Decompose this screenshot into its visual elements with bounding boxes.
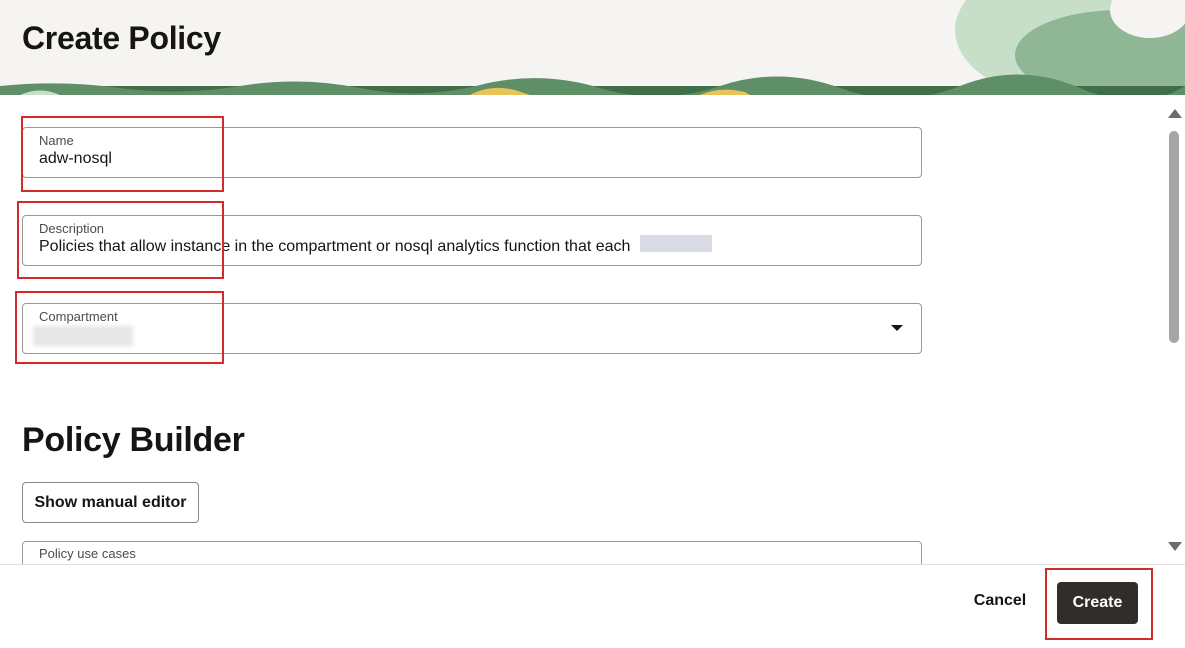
scrollbar-thumb[interactable] bbox=[1169, 131, 1179, 343]
description-input[interactable]: Policies that allow instance in the comp… bbox=[39, 238, 630, 256]
create-button[interactable]: Create bbox=[1057, 582, 1138, 624]
name-label: Name bbox=[39, 133, 74, 148]
redacted-compartment bbox=[33, 326, 133, 346]
description-label: Description bbox=[39, 221, 105, 236]
vertical-scrollbar[interactable] bbox=[1163, 95, 1185, 564]
scroll-down-arrow-icon[interactable] bbox=[1168, 542, 1182, 551]
policy-builder-title: Policy Builder bbox=[22, 421, 245, 459]
policy-use-cases-select[interactable]: Policy use cases bbox=[22, 541, 922, 564]
name-input[interactable]: adw-nosql bbox=[39, 150, 112, 168]
page-title: Create Policy bbox=[22, 20, 221, 56]
scroll-up-arrow-icon[interactable] bbox=[1168, 109, 1182, 118]
chevron-down-icon[interactable] bbox=[891, 325, 903, 331]
dialog-footer: Cancel Create bbox=[0, 564, 1185, 648]
compartment-select[interactable]: Compartment bbox=[22, 303, 922, 354]
cancel-button[interactable]: Cancel bbox=[962, 583, 1038, 619]
policy-use-cases-label: Policy use cases bbox=[39, 546, 136, 561]
redacted-text bbox=[640, 235, 712, 252]
description-field[interactable]: Description Policies that allow instance… bbox=[22, 215, 922, 266]
show-manual-editor-button[interactable]: Show manual editor bbox=[22, 482, 199, 523]
form-content: Name adw-nosql Description Policies that… bbox=[0, 95, 1163, 564]
compartment-label: Compartment bbox=[39, 309, 118, 324]
name-field[interactable]: Name adw-nosql bbox=[22, 127, 922, 178]
page-header: Create Policy bbox=[0, 0, 1185, 95]
